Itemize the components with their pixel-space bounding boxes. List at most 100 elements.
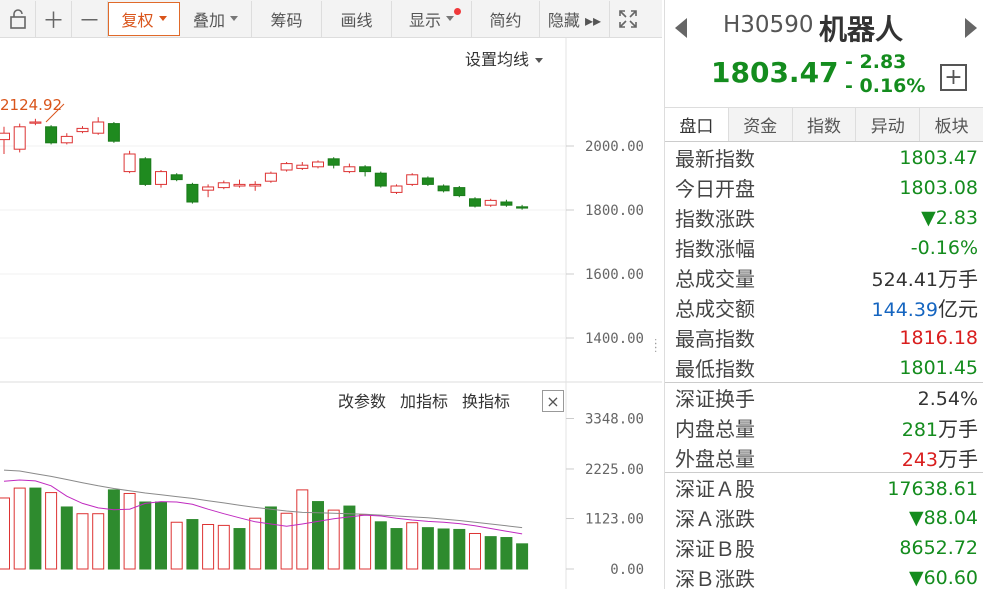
- volume-tick-label: 1123.00: [585, 512, 644, 528]
- splitter-handle[interactable]: :::: [654, 337, 657, 355]
- ma-setting-button[interactable]: 设置均线: [465, 46, 543, 70]
- quote-tabs: 盘口 资金 指数 异动 板块: [665, 108, 983, 142]
- quote-row-value-wrap: 281万手: [902, 413, 978, 442]
- quote-row: 指数涨幅 -0.16%: [665, 232, 983, 262]
- volume-bar: [76, 513, 89, 570]
- quote-row: 总成交额 144.39亿元: [665, 292, 983, 322]
- volume-bar: [139, 501, 152, 570]
- lock-icon[interactable]: [0, 0, 36, 37]
- volume-bar: [312, 501, 324, 570]
- kline-chart[interactable]: 2000.00 1800.00 1600.00 1400.00 3348.00 2225.…: [0, 38, 662, 589]
- quote-row-label: 外盘总量: [675, 446, 755, 471]
- candle-body: [60, 135, 73, 144]
- index-code: H30590: [723, 12, 814, 38]
- simple-button[interactable]: 简约: [472, 0, 540, 37]
- price-tick-label: 1600.00: [585, 267, 644, 283]
- quote-row-value: 1816.18: [899, 327, 978, 349]
- price-tick-label: 1800.00: [585, 203, 644, 219]
- minus-icon: －: [78, 8, 101, 34]
- quote-row-unit: 亿元: [938, 296, 978, 321]
- quote-row-value-wrap: -0.16%: [911, 235, 978, 259]
- volume-bar: [500, 537, 513, 570]
- quote-row-value: 524.41: [871, 268, 938, 291]
- candle-body: [453, 187, 466, 197]
- tab-sector[interactable]: 板块: [920, 108, 983, 141]
- candle-body: [421, 177, 434, 185]
- quote-row-unit: 万手: [938, 446, 978, 471]
- quote-row-label: 总成交量: [675, 266, 755, 291]
- chart-toolbar: ＋ － 复权 叠加 筹码 画线 显示 简约 隐藏 ▸▸: [0, 0, 662, 38]
- zoom-in-button[interactable]: ＋: [36, 0, 72, 37]
- volume-bar: [516, 543, 529, 570]
- quote-row: 深证Ａ股 17638.61: [665, 472, 983, 502]
- candle-body: [155, 171, 167, 185]
- tab-funds[interactable]: 资金: [729, 108, 793, 141]
- edit-params-link[interactable]: 改参数: [338, 388, 386, 412]
- quote-row-value: 8652.72: [899, 537, 978, 559]
- draw-line-button[interactable]: 画线: [322, 0, 392, 37]
- quote-row-value-wrap: 1803.47: [899, 145, 978, 169]
- quote-row-value: 1803.08: [899, 177, 978, 199]
- zoom-out-button[interactable]: －: [72, 0, 108, 37]
- volume-bar: [202, 523, 215, 570]
- price-change: - 2.83 - 0.16%: [845, 50, 925, 98]
- tab-movement[interactable]: 异动: [856, 108, 921, 141]
- candle-body: [359, 166, 372, 173]
- display-button[interactable]: 显示: [392, 0, 472, 37]
- candle-body: [437, 185, 450, 192]
- hide-button[interactable]: 隐藏 ▸▸: [540, 0, 610, 37]
- quote-row-label: 今日开盘: [675, 176, 755, 201]
- add-indicator-link[interactable]: 加指标: [400, 388, 448, 412]
- tab-pankou[interactable]: 盘口: [665, 108, 729, 141]
- volume-tick-label: 0.00: [610, 562, 644, 578]
- volume-bar: [469, 532, 481, 570]
- tab-index[interactable]: 指数: [793, 108, 857, 141]
- candle-body: [233, 183, 246, 187]
- quote-row-label: 深证Ａ股: [675, 477, 755, 501]
- quote-row-label: 指数涨跌: [675, 206, 755, 231]
- change-percent: - 0.16%: [845, 75, 926, 97]
- candle-body: [186, 183, 199, 203]
- quote-row: 最新指数 1803.47: [665, 142, 983, 172]
- quote-row-value-wrap: 1803.08: [899, 175, 978, 199]
- quote-row-label: 最低指数: [675, 356, 755, 381]
- volume-bar: [406, 522, 419, 570]
- triangle-left-icon[interactable]: [675, 18, 687, 38]
- volume-bar: [186, 519, 199, 570]
- plus-square-icon[interactable]: +: [940, 64, 967, 91]
- overlay-button[interactable]: 叠加: [180, 0, 252, 37]
- volume-bar: [170, 521, 183, 570]
- quote-row-value-wrap: 243万手: [902, 443, 978, 472]
- quote-header: H30590 机器人 1803.47 - 2.83 - 0.16% +: [665, 0, 983, 108]
- quote-row-value: ▼2.83: [921, 207, 978, 229]
- quote-row-value: ▼60.60: [908, 567, 978, 589]
- candle-body: [484, 199, 497, 206]
- triangle-right-icon[interactable]: [965, 18, 977, 38]
- price-tick-label: 1400.00: [585, 331, 644, 347]
- volume-bar: [45, 492, 58, 570]
- candle-body: [312, 161, 324, 168]
- candle-body: [500, 201, 513, 206]
- volume-bar: [296, 489, 309, 570]
- volume-bar: [453, 528, 466, 570]
- quote-row-value-wrap: 8652.72: [899, 535, 978, 559]
- volume-bar: [264, 506, 277, 570]
- quote-row: 深证换手 2.54%: [665, 382, 983, 412]
- quote-row-value: 1801.45: [899, 357, 978, 379]
- quote-row: 外盘总量 243万手: [665, 442, 983, 472]
- fullscreen-icon[interactable]: [610, 1, 646, 37]
- fuquan-button[interactable]: 复权: [108, 1, 180, 36]
- quote-row-value-wrap: 1816.18: [899, 325, 978, 349]
- close-indicator-button[interactable]: ×: [542, 390, 564, 412]
- quote-row-label: 深证Ｂ股: [675, 536, 755, 561]
- volume-bar: [123, 492, 136, 570]
- quote-row-value-wrap: 1801.45: [899, 355, 978, 379]
- volume-bar: [484, 536, 497, 570]
- volume-bar: [60, 506, 73, 570]
- switch-indicator-link[interactable]: 换指标: [462, 388, 510, 412]
- last-price: 1803.47: [711, 56, 839, 89]
- quote-row: 深Ａ涨跌 ▼88.04: [665, 502, 983, 532]
- chips-button[interactable]: 筹码: [252, 0, 322, 37]
- change-value: - 2.83: [845, 51, 907, 73]
- candle-body: [13, 126, 26, 150]
